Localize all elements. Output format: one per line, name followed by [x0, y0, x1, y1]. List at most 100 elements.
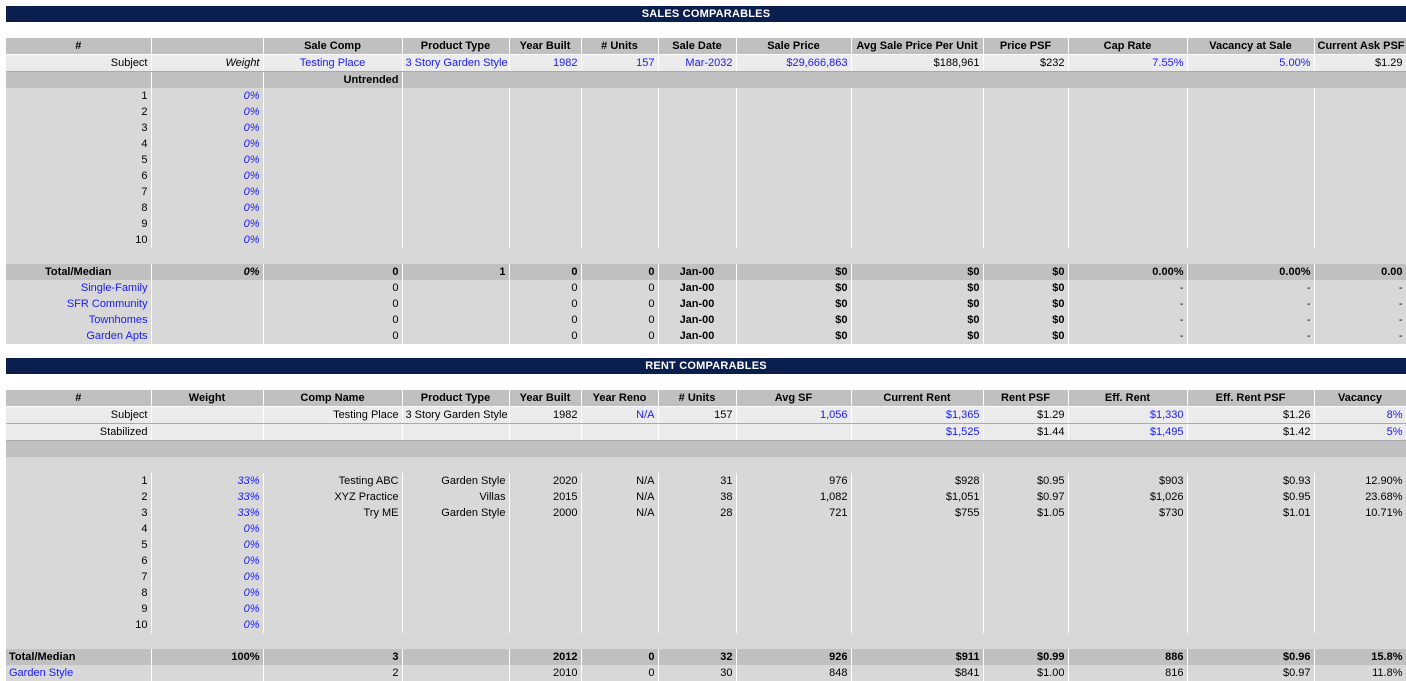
subject-avg-sf-cell[interactable]: 1,056	[736, 406, 852, 424]
comp-empty-cell[interactable]	[581, 104, 659, 120]
comp-empty-cell[interactable]	[1314, 152, 1406, 168]
comp-eff-rent-psf-cell[interactable]: $0.93	[1187, 472, 1315, 489]
comp-current-rent-cell[interactable]	[851, 600, 984, 617]
comp-units-cell[interactable]	[658, 616, 737, 633]
comp-empty-cell[interactable]	[1314, 184, 1406, 200]
comp-eff-rent-cell[interactable]	[1068, 600, 1188, 617]
comp-empty-cell[interactable]	[983, 136, 1069, 152]
category-label-link[interactable]: Garden Apts	[6, 328, 152, 344]
category-label-link[interactable]: Townhomes	[6, 312, 152, 328]
comp-empty-cell[interactable]	[851, 88, 984, 104]
subject-units-cell[interactable]: 157	[581, 54, 659, 72]
comp-avg-sf-cell[interactable]	[736, 520, 852, 537]
comp-empty-cell[interactable]	[581, 136, 659, 152]
comp-weight-cell[interactable]: 33%	[151, 472, 264, 489]
comp-name-cell[interactable]	[263, 536, 403, 553]
comp-name-cell[interactable]	[263, 552, 403, 569]
comp-empty-cell[interactable]	[658, 88, 737, 104]
comp-rent-psf-cell[interactable]	[983, 600, 1069, 617]
comp-empty-cell[interactable]	[509, 216, 582, 232]
comp-empty-cell[interactable]	[402, 184, 510, 200]
comp-empty-cell[interactable]	[1187, 152, 1315, 168]
comp-empty-cell[interactable]	[263, 232, 403, 248]
comp-weight-cell[interactable]: 0%	[151, 104, 264, 120]
comp-rent-psf-cell[interactable]: $0.95	[983, 472, 1069, 489]
comp-product-type-cell[interactable]: Garden Style	[402, 504, 510, 521]
comp-avg-sf-cell[interactable]: 721	[736, 504, 852, 521]
comp-empty-cell[interactable]	[1068, 168, 1188, 184]
comp-empty-cell[interactable]	[1187, 88, 1315, 104]
comp-empty-cell[interactable]	[1068, 120, 1188, 136]
comp-empty-cell[interactable]	[983, 120, 1069, 136]
comp-eff-rent-psf-cell[interactable]: $1.01	[1187, 504, 1315, 521]
comp-empty-cell[interactable]	[1187, 104, 1315, 120]
comp-name-cell[interactable]: Testing ABC	[263, 472, 403, 489]
comp-eff-rent-psf-cell[interactable]	[1187, 552, 1315, 569]
comp-empty-cell[interactable]	[1187, 216, 1315, 232]
comp-empty-cell[interactable]	[658, 168, 737, 184]
comp-units-cell[interactable]: 38	[658, 488, 737, 505]
comp-weight-cell[interactable]: 0%	[151, 568, 264, 585]
comp-weight-cell[interactable]: 0%	[151, 88, 264, 104]
comp-product-type-cell[interactable]	[402, 568, 510, 585]
comp-vacancy-cell[interactable]	[1314, 536, 1406, 553]
comp-eff-rent-cell[interactable]: $1,026	[1068, 488, 1188, 505]
comp-weight-cell[interactable]: 33%	[151, 488, 264, 505]
comp-empty-cell[interactable]	[509, 184, 582, 200]
comp-year-built-cell[interactable]	[509, 568, 582, 585]
comp-year-reno-cell[interactable]	[581, 520, 659, 537]
comp-eff-rent-cell[interactable]	[1068, 584, 1188, 601]
comp-year-reno-cell[interactable]: N/A	[581, 488, 659, 505]
comp-empty-cell[interactable]	[1187, 184, 1315, 200]
comp-empty-cell[interactable]	[658, 120, 737, 136]
comp-empty-cell[interactable]	[1314, 232, 1406, 248]
comp-current-rent-cell[interactable]	[851, 520, 984, 537]
comp-empty-cell[interactable]	[851, 120, 984, 136]
subject-current-rent-cell[interactable]: $1,365	[851, 406, 984, 424]
comp-product-type-cell[interactable]	[402, 584, 510, 601]
comp-year-reno-cell[interactable]	[581, 584, 659, 601]
comp-vacancy-cell[interactable]: 12.90%	[1314, 472, 1406, 489]
comp-weight-cell[interactable]: 0%	[151, 184, 264, 200]
comp-empty-cell[interactable]	[658, 232, 737, 248]
comp-eff-rent-cell[interactable]: $903	[1068, 472, 1188, 489]
comp-empty-cell[interactable]	[851, 200, 984, 216]
comp-empty-cell[interactable]	[263, 136, 403, 152]
subject-eff-rent-cell[interactable]: $1,330	[1068, 406, 1188, 424]
comp-empty-cell[interactable]	[1314, 136, 1406, 152]
comp-empty-cell[interactable]	[402, 200, 510, 216]
comp-year-reno-cell[interactable]	[581, 616, 659, 633]
comp-rent-psf-cell[interactable]	[983, 552, 1069, 569]
comp-empty-cell[interactable]	[509, 168, 582, 184]
comp-empty-cell[interactable]	[263, 168, 403, 184]
comp-rent-psf-cell[interactable]: $0.97	[983, 488, 1069, 505]
comp-empty-cell[interactable]	[736, 120, 852, 136]
comp-empty-cell[interactable]	[1068, 88, 1188, 104]
comp-units-cell[interactable]: 31	[658, 472, 737, 489]
comp-current-rent-cell[interactable]: $755	[851, 504, 984, 521]
comp-empty-cell[interactable]	[983, 104, 1069, 120]
comp-empty-cell[interactable]	[736, 232, 852, 248]
comp-empty-cell[interactable]	[983, 232, 1069, 248]
comp-empty-cell[interactable]	[509, 88, 582, 104]
comp-empty-cell[interactable]	[263, 88, 403, 104]
comp-weight-cell[interactable]: 0%	[151, 200, 264, 216]
comp-rent-psf-cell[interactable]: $1.05	[983, 504, 1069, 521]
comp-eff-rent-psf-cell[interactable]	[1187, 520, 1315, 537]
comp-rent-psf-cell[interactable]	[983, 616, 1069, 633]
comp-empty-cell[interactable]	[1314, 120, 1406, 136]
comp-units-cell[interactable]	[658, 584, 737, 601]
comp-empty-cell[interactable]	[851, 184, 984, 200]
comp-eff-rent-psf-cell[interactable]: $0.95	[1187, 488, 1315, 505]
comp-empty-cell[interactable]	[658, 200, 737, 216]
comp-empty-cell[interactable]	[581, 200, 659, 216]
comp-rent-psf-cell[interactable]	[983, 520, 1069, 537]
comp-empty-cell[interactable]	[1314, 88, 1406, 104]
comp-eff-rent-cell[interactable]	[1068, 568, 1188, 585]
subject-vacancy-cell[interactable]: 5.00%	[1187, 54, 1315, 72]
comp-empty-cell[interactable]	[851, 136, 984, 152]
comp-empty-cell[interactable]	[736, 88, 852, 104]
comp-empty-cell[interactable]	[402, 216, 510, 232]
comp-year-reno-cell[interactable]	[581, 536, 659, 553]
comp-year-built-cell[interactable]	[509, 536, 582, 553]
